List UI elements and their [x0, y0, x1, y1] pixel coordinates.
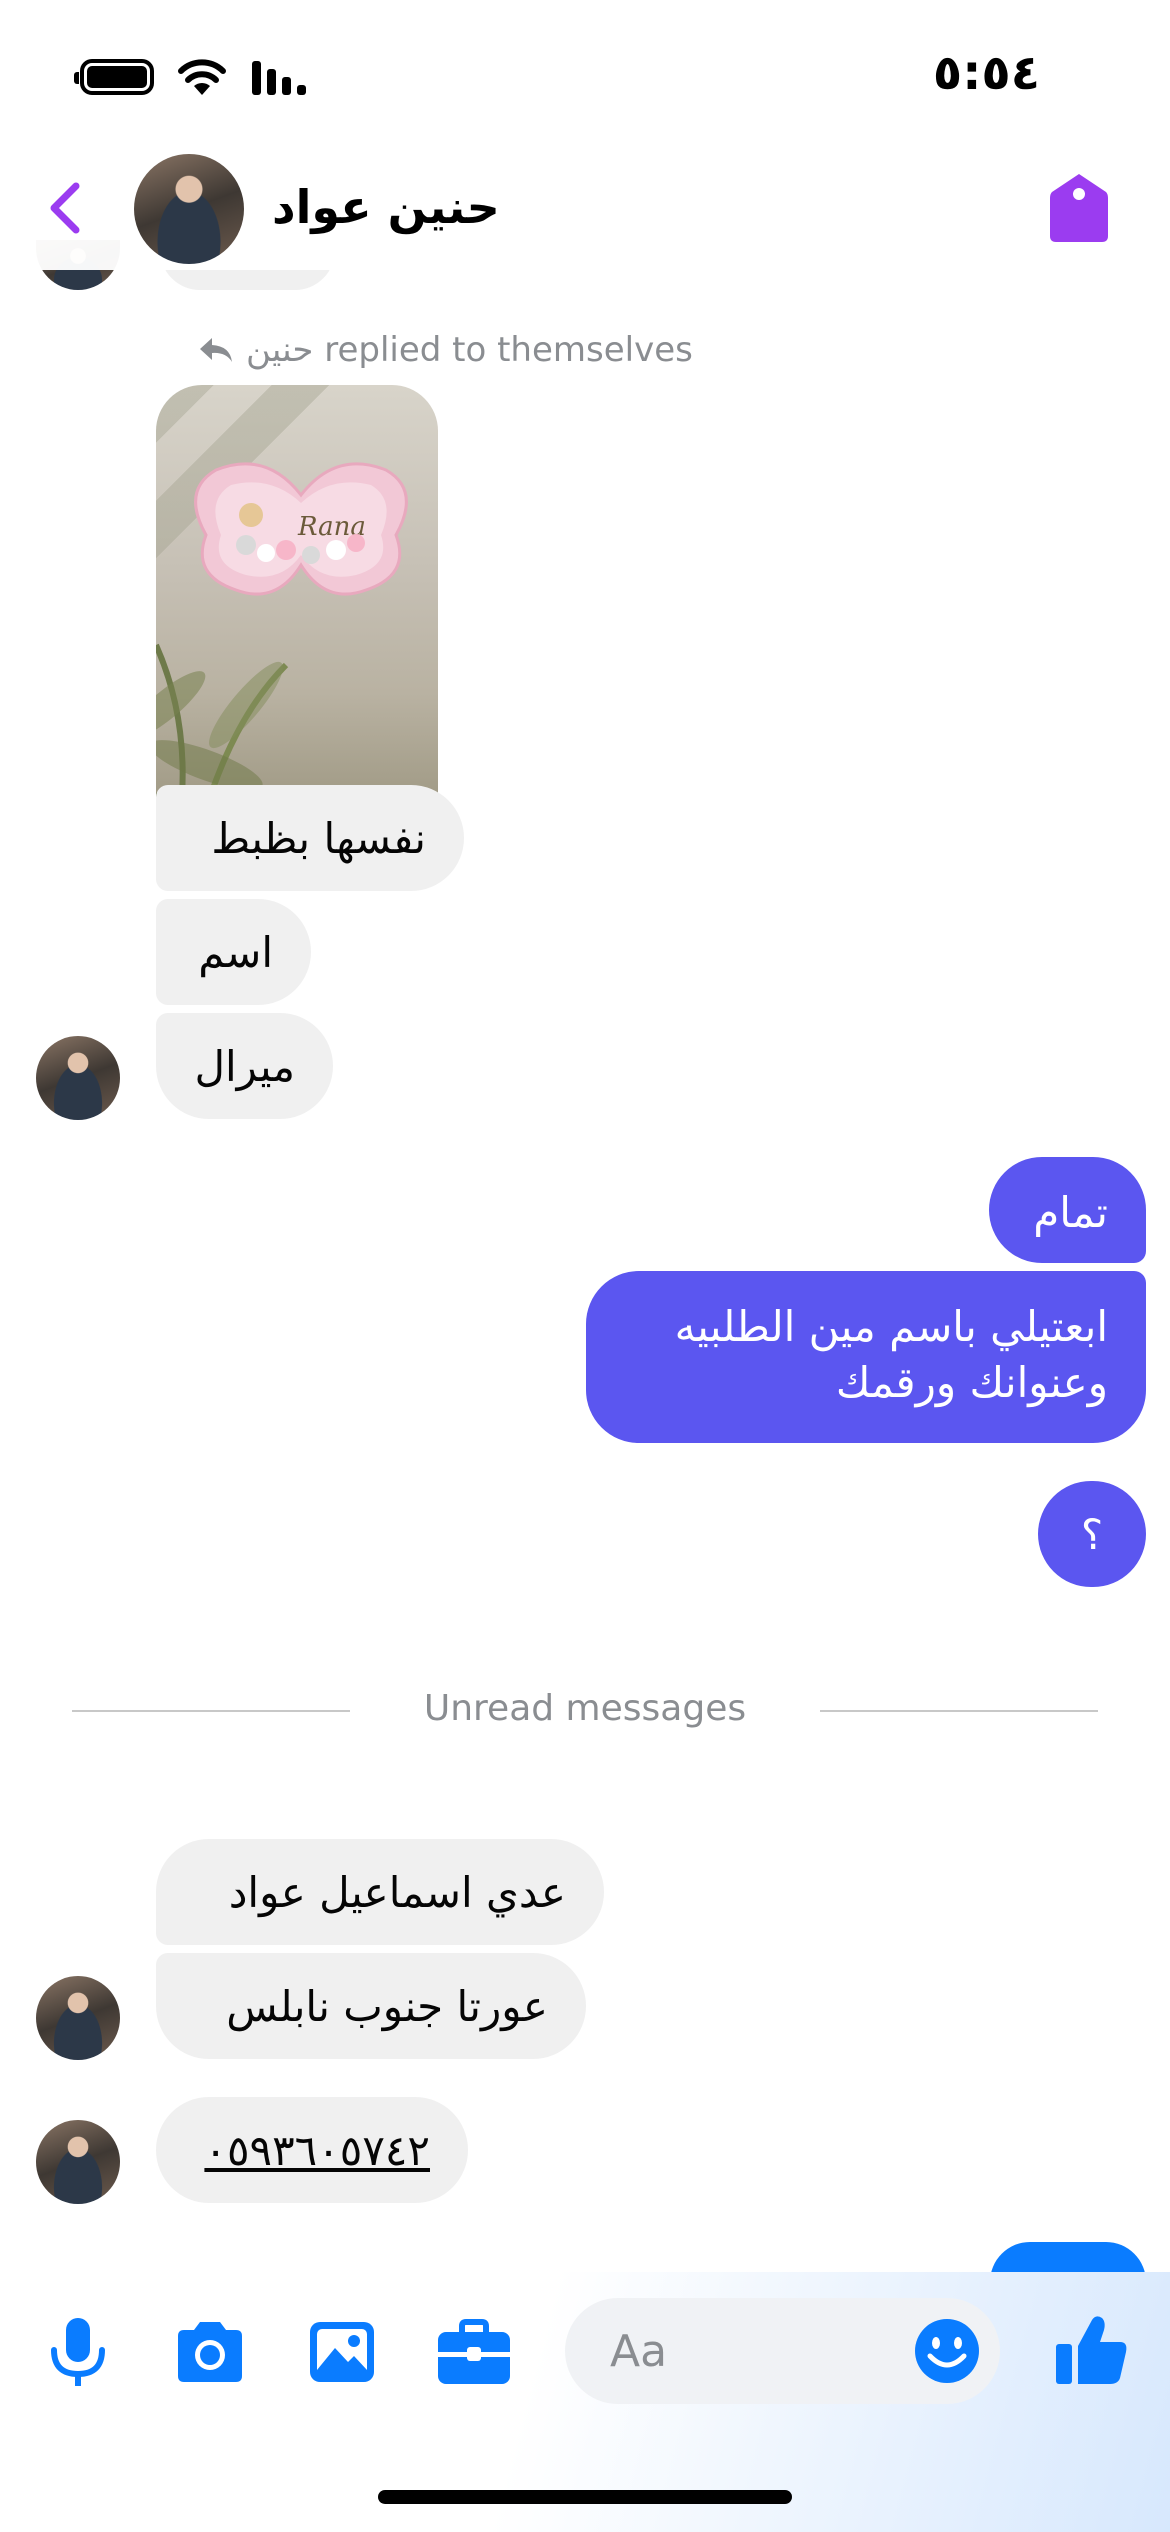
sender-avatar[interactable]	[36, 2120, 120, 2204]
emoji-icon[interactable]	[914, 2318, 980, 2384]
outgoing-message[interactable]: ابعتيلي باسم مين الطلبيه وعنوانك ورقمك	[586, 1271, 1146, 1443]
unread-divider-label: Unread messages	[423, 1688, 747, 1729]
status-bar: ٥:٥٤	[0, 0, 1170, 150]
briefcase-icon[interactable]	[434, 2312, 514, 2392]
gallery-icon[interactable]	[302, 2312, 382, 2392]
status-time: ٥:٥٤	[932, 45, 1040, 101]
incoming-message[interactable]: اسم	[156, 899, 311, 1005]
message-input-placeholder[interactable]: Aa	[610, 2326, 667, 2377]
butterfly-sign: Rana	[194, 462, 408, 596]
chat-header: حنين عواد	[0, 150, 1170, 270]
camera-icon[interactable]	[170, 2312, 250, 2392]
home-indicator	[378, 2490, 792, 2504]
sender-avatar[interactable]	[36, 1976, 120, 2060]
wifi-icon	[178, 59, 226, 95]
mic-icon[interactable]	[38, 2312, 118, 2392]
contact-avatar[interactable]	[134, 154, 244, 264]
tag-icon[interactable]	[1048, 172, 1110, 244]
phone-link[interactable]: ٠٥٩٣٦٠٥٧٤٢	[204, 2126, 430, 2175]
like-icon[interactable]	[1052, 2310, 1132, 2390]
reply-icon	[200, 338, 232, 362]
message-input[interactable]: Aa	[565, 2298, 1000, 2404]
outgoing-message[interactable]: تمام	[989, 1157, 1146, 1263]
incoming-message[interactable]: نفسها بظبط	[156, 785, 464, 891]
back-icon[interactable]	[38, 178, 98, 238]
contact-name[interactable]: حنين عواد	[272, 180, 500, 234]
status-icons	[74, 52, 310, 102]
incoming-message[interactable]: عدي اسماعيل عواد	[156, 1839, 604, 1945]
reply-note-text: حنين replied to themselves	[246, 330, 693, 370]
phone-message[interactable]: ٠٥٩٣٦٠٥٧٤٢	[156, 2097, 468, 2203]
sender-avatar[interactable]	[36, 1036, 120, 1120]
reply-note: حنين replied to themselves	[196, 330, 693, 370]
signal-icon	[252, 61, 306, 95]
incoming-message[interactable]: عورتا جنوب نابلس	[156, 1953, 586, 2059]
shared-photo[interactable]: Rana	[156, 385, 438, 825]
incoming-message[interactable]: ميرال	[156, 1013, 333, 1119]
outgoing-message[interactable]: ؟	[1038, 1481, 1146, 1587]
battery-icon	[74, 59, 154, 95]
